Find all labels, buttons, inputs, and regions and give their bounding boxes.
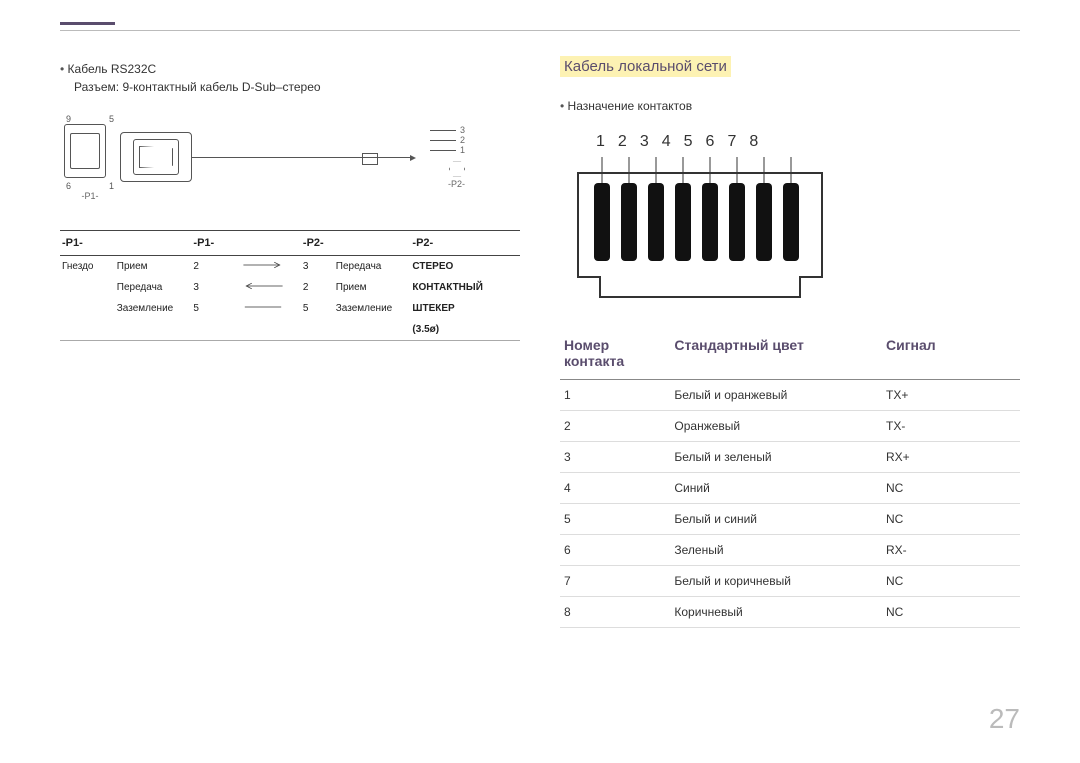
table-row: 4СинийNC — [560, 473, 1020, 504]
rj45-pin-num: 4 — [662, 133, 671, 151]
table-row: (3.5ø) — [60, 319, 520, 341]
hex-nut-icon — [449, 161, 465, 177]
right-column: Кабель локальной сети Назначение контакт… — [560, 40, 1020, 628]
col-p1-b: -P1- — [191, 231, 301, 256]
lan-cable-heading: Кабель локальной сети — [560, 56, 731, 77]
col-signal: Сигнал — [882, 331, 1020, 380]
wire-label-2: 2 — [460, 135, 465, 145]
wire-label-3: 3 — [460, 125, 465, 135]
table-row: 6ЗеленыйRX- — [560, 535, 1020, 566]
rj45-pin-num: 2 — [618, 133, 627, 151]
table-row: 1Белый и оранжевыйTX+ — [560, 380, 1020, 411]
p1-label-under-dsub: -P1- — [60, 191, 120, 201]
rj45-pin-num: 3 — [640, 133, 649, 151]
table-row: ГнездоПрием23ПередачаСТЕРЕО — [60, 256, 520, 278]
lan-subheading-line: Назначение контактов — [560, 99, 1020, 113]
dsub-pin-5: 5 — [109, 114, 114, 124]
rs232c-title-line: Кабель RS232C — [60, 62, 520, 76]
rs232c-diagram: 9 5 6 1 -P1- — [60, 112, 520, 202]
col-standard-color: Стандартный цвет — [670, 331, 882, 380]
rj45-diagram: 12345678 — [570, 133, 890, 307]
col-p2-b: -P2- — [410, 231, 520, 256]
rj45-pin-num: 1 — [596, 133, 605, 151]
rs232c-title: Кабель RS232C — [68, 62, 157, 76]
col-p1-a: -P1- — [60, 231, 115, 256]
table-row: 8КоричневыйNC — [560, 597, 1020, 628]
dsub-pin-1: 1 — [109, 181, 114, 191]
rs232c-pin-table: -P1- -P1- -P2- -P2- ГнездоПрием23Передач… — [60, 230, 520, 341]
cable-line-icon — [192, 157, 372, 158]
lan-tbody: 1Белый и оранжевыйTX+2ОранжевыйTX-3Белый… — [560, 380, 1020, 628]
table-row: Передача32ПриемКОНТАКТНЫЙ — [60, 277, 520, 298]
table-row: 2ОранжевыйTX- — [560, 411, 1020, 442]
rj45-pin-numbers: 12345678 — [596, 133, 890, 151]
rs232c-connector-desc: Разъем: 9-контактный кабель D-Sub–стерео — [74, 80, 520, 94]
col-pin-number: Номер контакта — [560, 331, 670, 380]
rs232c-tbody: ГнездоПрием23ПередачаСТЕРЕОПередача32При… — [60, 256, 520, 341]
table-row: Заземление55ЗаземлениеШТЕКЕР — [60, 298, 520, 319]
dsub-pin-6: 6 — [66, 181, 71, 191]
table-row: 5Белый и синийNC — [560, 504, 1020, 535]
col-p2-a: -P2- — [301, 231, 334, 256]
rj45-pin-num: 8 — [749, 133, 758, 151]
page-number: 27 — [989, 703, 1020, 735]
p2-label-under-plug: -P2- — [448, 179, 465, 189]
table-row: 3Белый и зеленыйRX+ — [560, 442, 1020, 473]
page-body: Кабель RS232C Разъем: 9-контактный кабел… — [0, 0, 1080, 668]
lan-pinout-table: Номер контакта Стандартный цвет Сигнал 1… — [560, 331, 1020, 628]
dsub-housing-icon — [120, 132, 192, 182]
dsub9-connector-icon — [64, 124, 106, 178]
table-row: 7Белый и коричневыйNC — [560, 566, 1020, 597]
dsub-pin-9: 9 — [66, 114, 71, 124]
rj45-pin-num: 7 — [727, 133, 736, 151]
wire-label-1: 1 — [460, 145, 465, 155]
lan-subheading: Назначение контактов — [568, 99, 693, 113]
header-accent-bar — [60, 22, 115, 25]
left-column: Кабель RS232C Разъем: 9-контактный кабел… — [60, 40, 520, 628]
stereo-plug-icon — [372, 157, 412, 158]
header-rule — [60, 30, 1020, 31]
rj45-connector-icon — [570, 157, 830, 307]
rj45-pin-num: 5 — [684, 133, 693, 151]
rj45-pin-num: 6 — [706, 133, 715, 151]
